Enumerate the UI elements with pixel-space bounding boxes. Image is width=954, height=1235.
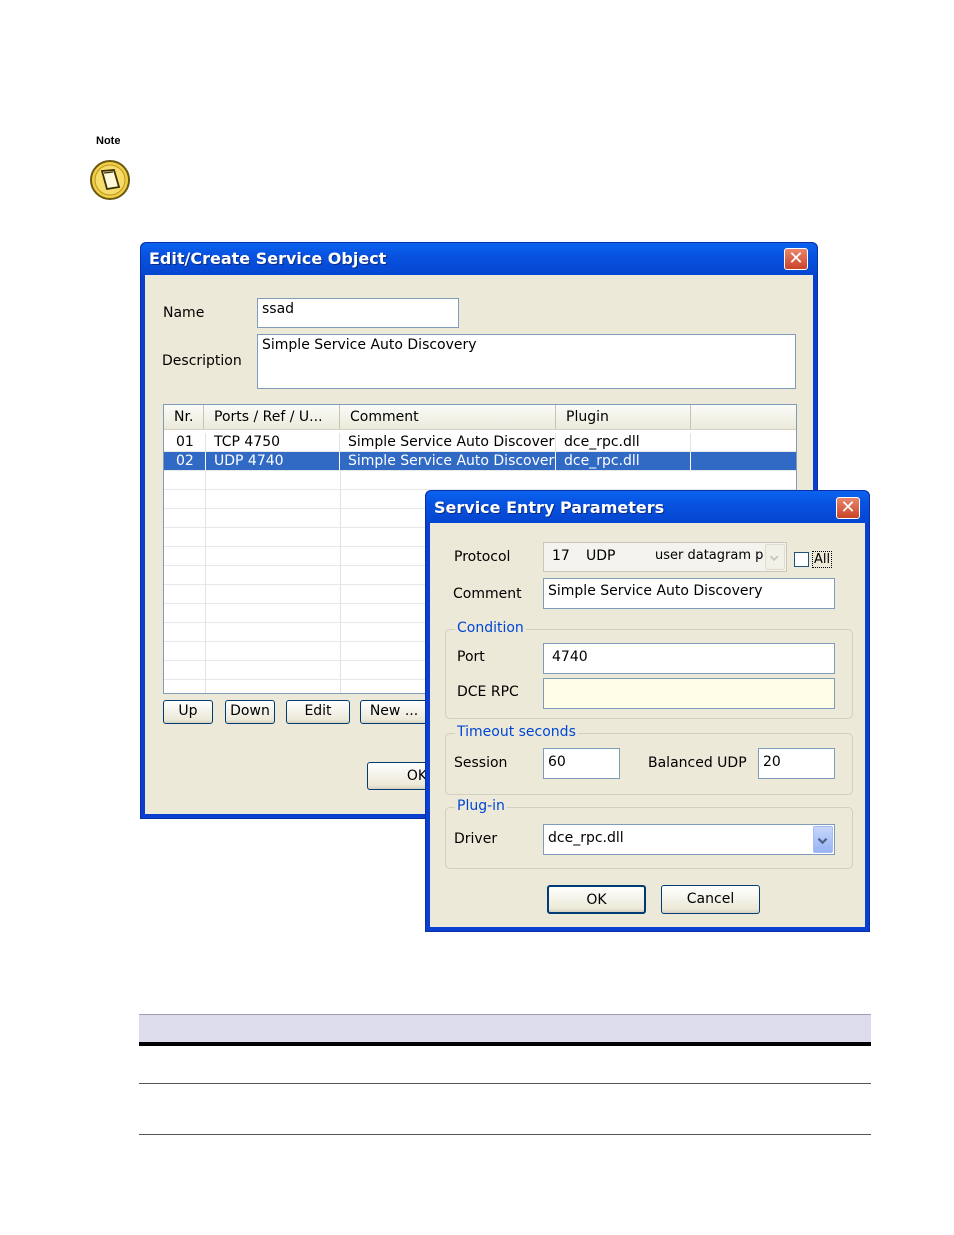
- row-comment: Simple Service Auto Discovery: [340, 433, 556, 452]
- timeout-title: Timeout seconds: [455, 724, 578, 740]
- column-comment[interactable]: Comment: [340, 405, 556, 429]
- row-nr: 02: [168, 452, 206, 471]
- list-header: Nr. Ports / Ref / U... Comment Plugin: [164, 405, 796, 430]
- dce-rpc-label: DCE RPC: [457, 684, 519, 700]
- chevron-down-icon[interactable]: [813, 826, 833, 853]
- note-pencil-icon: [90, 160, 130, 200]
- comment-input[interactable]: Simple Service Auto Discovery: [543, 578, 835, 609]
- column-nr[interactable]: Nr.: [164, 405, 204, 429]
- all-checkbox[interactable]: [794, 552, 809, 567]
- plugin-title: Plug-in: [455, 798, 507, 814]
- port-label: Port: [457, 649, 485, 665]
- balanced-udp-input[interactable]: 20: [758, 748, 835, 779]
- dialog-title: Service Entry Parameters: [434, 498, 665, 517]
- chevron-down-icon: [765, 544, 785, 570]
- column-plugin[interactable]: Plugin: [556, 405, 691, 429]
- comment-label: Comment: [453, 586, 522, 602]
- protocol-select[interactable]: 17 UDP user datagram p: [543, 542, 787, 572]
- row-ports: TCP 4750: [206, 433, 340, 452]
- row-ports: UDP 4740: [206, 452, 340, 471]
- port-input[interactable]: 4740: [543, 643, 835, 674]
- new-button[interactable]: New ...: [360, 700, 428, 724]
- column-ports[interactable]: Ports / Ref / U...: [204, 405, 340, 429]
- table-row-selected[interactable]: 02 UDP 4740 Simple Service Auto Discover…: [164, 452, 796, 471]
- all-label[interactable]: All: [812, 551, 833, 568]
- down-button[interactable]: Down: [225, 700, 275, 724]
- row-plugin: dce_rpc.dll: [556, 433, 691, 452]
- close-icon[interactable]: ✕: [836, 497, 860, 519]
- ok-button[interactable]: OK: [547, 885, 646, 914]
- row-nr: 01: [168, 433, 206, 452]
- dce-rpc-input[interactable]: [543, 678, 835, 709]
- title-bar: Service Entry Parameters ✕: [426, 491, 869, 523]
- row-plugin: dce_rpc.dll: [556, 452, 691, 471]
- note-label: Note: [96, 135, 121, 147]
- session-label: Session: [454, 755, 508, 771]
- protocol-name: UDP: [586, 548, 616, 564]
- name-label: Name: [163, 305, 205, 321]
- row-comment: Simple Service Auto Discovery: [340, 452, 556, 471]
- description-input[interactable]: Simple Service Auto Discovery: [257, 334, 796, 389]
- description-label: Description: [162, 353, 242, 369]
- protocol-number: 17: [552, 548, 570, 564]
- table-row[interactable]: 01 TCP 4750 Simple Service Auto Discover…: [164, 433, 796, 452]
- up-button[interactable]: Up: [163, 700, 213, 724]
- table-row-divider: [139, 1134, 871, 1135]
- condition-title: Condition: [455, 620, 526, 636]
- cancel-button[interactable]: Cancel: [661, 885, 760, 914]
- table-header: [139, 1014, 871, 1043]
- driver-select[interactable]: dce_rpc.dll: [543, 824, 835, 855]
- table-row-divider: [139, 1083, 871, 1084]
- session-input[interactable]: 60: [543, 748, 620, 779]
- table-header-rule: [139, 1042, 871, 1046]
- window-title: Edit/Create Service Object: [149, 249, 387, 268]
- balanced-udp-label: Balanced UDP: [648, 755, 747, 771]
- service-entry-parameters-dialog: Service Entry Parameters ✕ Protocol 17 U…: [425, 490, 870, 932]
- driver-label: Driver: [454, 831, 498, 847]
- protocol-description: user datagram p: [655, 548, 764, 563]
- protocol-label: Protocol: [454, 549, 511, 565]
- dialog-client: Protocol 17 UDP user datagram p All Comm…: [430, 523, 865, 927]
- edit-button[interactable]: Edit: [286, 700, 350, 724]
- title-bar: Edit/Create Service Object ✕: [141, 243, 817, 275]
- name-input[interactable]: ssad: [257, 298, 459, 328]
- driver-value: dce_rpc.dll: [548, 830, 624, 846]
- close-icon[interactable]: ✕: [784, 248, 808, 270]
